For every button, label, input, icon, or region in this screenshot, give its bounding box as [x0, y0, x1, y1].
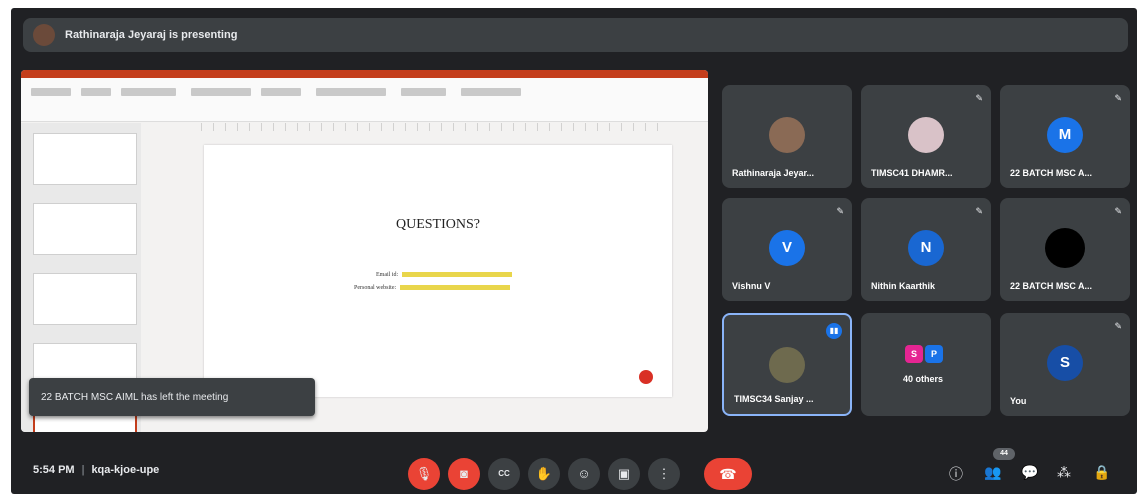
info-icon[interactable]: ⓘ	[949, 464, 963, 484]
participant-tile[interactable]: ✎ TIMSC41 DHAMR...	[861, 85, 991, 188]
slide-line-email: Email id:	[376, 272, 513, 278]
participant-photo	[908, 117, 944, 153]
toast-text: 22 BATCH MSC AIML has left the meeting	[41, 391, 229, 403]
participant-name: 22 BATCH MSC A...	[1010, 168, 1093, 178]
participant-tile[interactable]: ▮▮ TIMSC34 Sanjay ...	[722, 313, 852, 416]
muted-mic-icon: ✎	[975, 206, 983, 216]
emoji-icon: ☺	[577, 466, 591, 481]
others-avatar: P	[925, 345, 943, 363]
meeting-info: 5:54 PM | kqa-kjoe-upe	[33, 464, 160, 476]
people-count-badge: 44	[993, 448, 1015, 460]
participant-avatar	[1045, 228, 1085, 268]
participant-tile[interactable]: S P 40 others	[861, 313, 991, 416]
leave-call-button[interactable]: ☎	[704, 458, 752, 490]
slide-thumb	[33, 133, 137, 185]
participant-avatar: M	[1047, 117, 1083, 153]
host-controls-icon[interactable]: 🔒	[1093, 464, 1110, 481]
camera-off-icon: ◙	[460, 466, 468, 481]
participant-avatar: V	[769, 230, 805, 266]
participant-tile[interactable]: M ✎ 22 BATCH MSC A...	[1000, 85, 1130, 188]
raise-hand-button[interactable]: ✋	[528, 458, 560, 490]
speaking-icon: ▮▮	[826, 323, 842, 339]
participant-tile[interactable]: Rathinaraja Jeyar...	[722, 85, 852, 188]
powerpoint-titlebar	[21, 70, 708, 78]
record-icon	[639, 370, 653, 384]
participant-tile[interactable]: ✎ 22 BATCH MSC A...	[1000, 198, 1130, 301]
muted-mic-icon: ✎	[1114, 206, 1122, 216]
slide-title: QUESTIONS?	[396, 217, 480, 232]
participant-name: Nithin Kaarthik	[871, 281, 936, 291]
presenter-avatar	[33, 24, 55, 46]
people-icon[interactable]: 👥	[984, 464, 1001, 481]
present-button[interactable]: ▣	[608, 458, 640, 490]
presenting-text: Rathinaraja Jeyaraj is presenting	[65, 29, 238, 41]
ruler	[201, 123, 661, 131]
participant-tile[interactable]: S ✎ You	[1000, 313, 1130, 416]
slide-line-website: Personal website:	[354, 285, 511, 291]
participant-photo	[769, 117, 805, 153]
muted-mic-icon: ✎	[975, 93, 983, 103]
hand-icon: ✋	[535, 466, 553, 481]
participant-tile[interactable]: V ✎ Vishnu V	[722, 198, 852, 301]
participant-name: Rathinaraja Jeyar...	[732, 168, 815, 178]
current-slide: QUESTIONS? Email id: Personal website:	[204, 145, 672, 397]
emoji-button[interactable]: ☺	[568, 458, 600, 490]
participant-name: Vishnu V	[732, 281, 771, 291]
participant-name: 22 BATCH MSC A...	[1010, 281, 1093, 291]
participant-name: 40 others	[903, 374, 944, 384]
camera-button[interactable]: ◙	[448, 458, 480, 490]
muted-mic-icon: ✎	[836, 206, 844, 216]
mic-off-icon: 🎙	[415, 466, 433, 481]
meeting-code: kqa-kjoe-upe	[91, 464, 160, 476]
participant-name: TIMSC34 Sanjay ...	[734, 394, 814, 404]
mic-button[interactable]: 🎙	[408, 458, 440, 490]
participant-avatar: S	[1047, 345, 1083, 381]
participant-tile[interactable]: N ✎ Nithin Kaarthik	[861, 198, 991, 301]
participant-photo	[769, 347, 805, 383]
muted-mic-icon: ✎	[1114, 321, 1122, 331]
slide-thumb	[33, 273, 137, 325]
bottom-toolbar: 5:54 PM | kqa-kjoe-upe 🎙 ◙ CC ✋ ☺ ▣ ⋮ ☎ ⓘ …	[11, 446, 1137, 494]
present-icon: ▣	[617, 466, 631, 481]
more-icon: ⋮	[657, 466, 671, 481]
more-options-button[interactable]: ⋮	[648, 458, 680, 490]
phone-hangup-icon: ☎	[719, 466, 737, 482]
left-meeting-toast: 22 BATCH MSC AIML has left the meeting	[29, 378, 315, 416]
chat-icon[interactable]: 💬	[1021, 464, 1038, 481]
others-avatar: S	[905, 345, 923, 363]
activities-icon[interactable]: ⁂	[1057, 464, 1071, 481]
presenting-banner: Rathinaraja Jeyaraj is presenting	[23, 18, 1128, 52]
clock-time: 5:54 PM	[33, 464, 75, 476]
slide-thumb	[33, 203, 137, 255]
muted-mic-icon: ✎	[1114, 93, 1122, 103]
participant-avatar: N	[908, 230, 944, 266]
captions-button[interactable]: CC	[488, 458, 520, 490]
meet-window: Rathinaraja Jeyaraj is presenting QUESTI…	[11, 8, 1137, 494]
participant-name: You	[1010, 396, 1027, 406]
powerpoint-ribbon	[21, 78, 708, 122]
captions-icon: CC	[498, 469, 510, 478]
participant-name: TIMSC41 DHAMR...	[871, 168, 953, 178]
